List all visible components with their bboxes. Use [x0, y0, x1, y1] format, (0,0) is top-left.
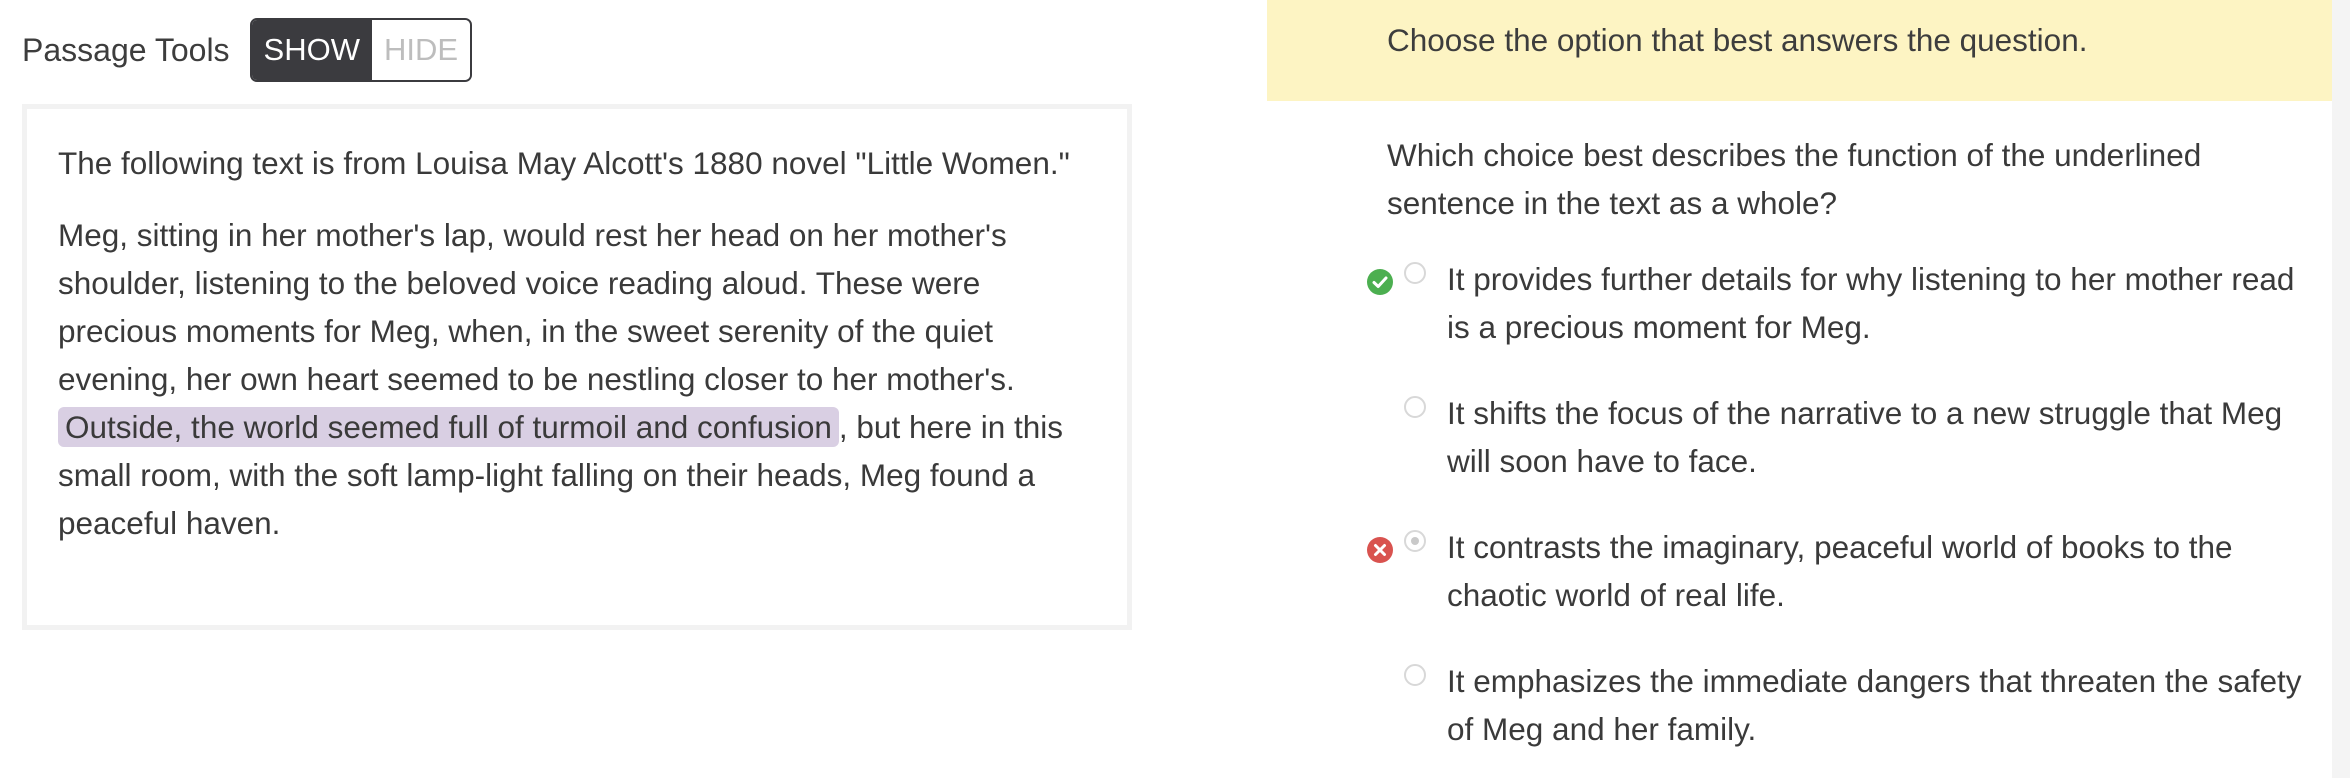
- scrollbar-track[interactable]: [2332, 0, 2350, 778]
- passage-tools-label: Passage Tools: [22, 31, 230, 68]
- passage-tools-bar: Passage Tools SHOW HIDE: [22, 16, 473, 84]
- answer-option-c[interactable]: It contrasts the imaginary, peaceful wor…: [1367, 523, 2307, 633]
- passage-body: Meg, sitting in her mother's lap, would …: [58, 211, 1096, 547]
- answer-option-d[interactable]: It emphasizes the immediate dangers that…: [1367, 657, 2307, 767]
- x-circle-icon: [1367, 537, 1393, 563]
- passage-intro: The following text is from Louisa May Al…: [58, 145, 1070, 181]
- option-b-radio[interactable]: [1404, 396, 1426, 418]
- question-text: Which choice best describes the function…: [1387, 137, 2202, 221]
- instruction-banner: Choose the option that best answers the …: [1267, 0, 2332, 101]
- show-hide-toggle: SHOW HIDE: [249, 18, 473, 82]
- option-b-text: It shifts the focus of the narrative to …: [1447, 395, 2283, 479]
- check-circle-icon: [1367, 269, 1393, 295]
- option-d-text: It emphasizes the immediate dangers that…: [1447, 663, 2302, 747]
- option-c-radio[interactable]: [1404, 530, 1426, 552]
- instruction-text: Choose the option that best answers the …: [1387, 22, 2088, 58]
- answer-option-a[interactable]: It provides further details for why list…: [1367, 255, 2307, 365]
- option-a-text: It provides further details for why list…: [1447, 261, 2295, 345]
- hide-button[interactable]: HIDE: [371, 20, 471, 80]
- passage-panel: The following text is from Louisa May Al…: [22, 104, 1132, 630]
- answer-option-b[interactable]: It shifts the focus of the narrative to …: [1367, 389, 2307, 499]
- option-d-radio[interactable]: [1404, 664, 1426, 686]
- passage-text-before: Meg, sitting in her mother's lap, would …: [58, 217, 1015, 397]
- option-a-radio[interactable]: [1404, 262, 1426, 284]
- show-button[interactable]: SHOW: [251, 20, 372, 80]
- underlined-sentence-highlight: Outside, the world seemed full of turmoi…: [58, 407, 839, 447]
- option-c-text: It contrasts the imaginary, peaceful wor…: [1447, 529, 2233, 613]
